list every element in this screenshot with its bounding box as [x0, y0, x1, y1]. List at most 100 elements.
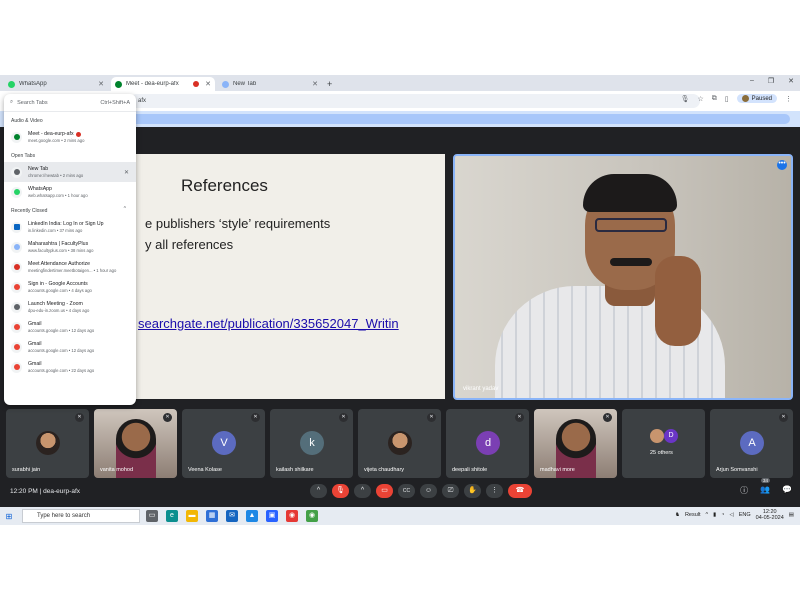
new-tab-button[interactable]: + [327, 77, 332, 91]
tab-search-input[interactable]: Search Tabs [17, 100, 100, 106]
profile-button[interactable]: Paused [736, 94, 777, 103]
section-title-text: Recently Closed [11, 208, 48, 214]
people-icon[interactable]: 👥 [760, 485, 770, 496]
speaker-tile[interactable]: ••• vikrant yadav [453, 154, 793, 400]
avatar [650, 429, 664, 443]
mail-icon[interactable]: ✉ [226, 510, 238, 522]
participant-tile[interactable]: ✕ vanita mohod [94, 409, 177, 478]
tab-meet[interactable]: Meet - dea-eurp-afx ✕ [111, 77, 215, 91]
task-view-icon[interactable]: ▭ [146, 510, 158, 522]
search-icon: ⌕ [10, 99, 14, 105]
others-tile[interactable]: D 25 others [622, 409, 705, 478]
tab-search-item[interactable]: Sign in - Google Accounts accounts.googl… [4, 277, 136, 297]
item-subtitle: accounts.google.com • 22 days ago [28, 368, 95, 373]
tab-label: Meet - dea-eurp-afx [126, 81, 179, 87]
minimize-button[interactable]: – [750, 77, 754, 85]
tab-search-item[interactable]: Meet - dea-eurp-afx meet.google.com • 2 … [4, 127, 136, 147]
windows-start-icon[interactable]: ⊞ [0, 512, 18, 521]
tab-search-item[interactable]: Gmail accounts.google.com • 22 days ago [4, 357, 136, 377]
battery-icon: ▮ [713, 512, 717, 518]
store-icon[interactable]: ▦ [206, 510, 218, 522]
close-icon[interactable]: ✕ [98, 80, 104, 88]
tab-search-item[interactable]: New Tab chrome://newtab • 2 mins ago ✕ [4, 162, 136, 182]
system-tray: ♞ Result ^ ▮ ◔ ◁ ENG 12:20 04-05-2024 ▤ [675, 509, 794, 521]
more-options-icon[interactable]: ••• [777, 160, 787, 170]
close-window-button[interactable]: ✕ [788, 77, 794, 85]
app-icon[interactable]: ▲ [246, 510, 258, 522]
chrome-active-icon[interactable]: ◉ [306, 510, 318, 522]
tab-search-item[interactable]: WhatsApp web.whatsapp.com • 1 hour ago [4, 182, 136, 202]
close-icon[interactable]: ✕ [205, 80, 211, 88]
whatsapp-icon [11, 186, 22, 198]
chrome-icon[interactable]: ◉ [286, 510, 298, 522]
photos-icon[interactable]: ▣ [266, 510, 278, 522]
google-icon [11, 341, 22, 353]
participant-tile[interactable]: ✕ d deepali shitole [446, 409, 529, 478]
section-title: Recently Closed ^ [4, 202, 136, 217]
notification-icon[interactable]: ▤ [789, 512, 794, 518]
raise-hand-button[interactable]: ✋ [464, 484, 481, 498]
edge-icon[interactable]: e [166, 510, 178, 522]
recording-icon [75, 131, 81, 137]
shortcut-label: Ctrl+Shift+A [100, 99, 130, 106]
info-icon[interactable]: ⓘ [740, 485, 748, 496]
tab-new-tab[interactable]: New Tab ✕ [218, 77, 322, 91]
item-subtitle: chrome://newtab • 2 mins ago [28, 173, 84, 178]
speaker-name: vikrant yadav [463, 386, 499, 392]
section-title: Open Tabs [11, 153, 36, 159]
file-explorer-icon[interactable]: ▬ [186, 510, 198, 522]
chess-icon[interactable]: ♞ [675, 512, 680, 518]
clock[interactable]: 12:20 04-05-2024 [756, 509, 784, 521]
close-icon[interactable]: ✕ [312, 80, 318, 88]
avatar: A [740, 431, 764, 455]
mic-button[interactable]: 🎙 [332, 484, 349, 498]
participant-tile[interactable]: ✕ A Arjun Somvanshi [710, 409, 793, 478]
tab-search-item[interactable]: Gmail accounts.google.com • 12 days ago [4, 317, 136, 337]
wifi-icon[interactable]: ◔ [721, 512, 724, 518]
extensions-icon[interactable]: ⧉ [712, 95, 717, 103]
camera-options-button[interactable]: ^ [354, 484, 371, 498]
tab-search-item[interactable]: Maharashtra | FacultyPlus www.facultyplu… [4, 237, 136, 257]
slide-link[interactable]: searchgate.net/publication/335652047_Wri… [138, 316, 399, 331]
participant-tile[interactable]: ✕ surabhi jain [6, 409, 89, 478]
taskbar-search-input[interactable]: Type here to search [22, 509, 140, 523]
emoji-button[interactable]: ☺ [420, 484, 437, 498]
bookmark-star-icon[interactable]: ☆ [698, 95, 704, 103]
profile-label: Paused [751, 95, 772, 102]
tab-whatsapp[interactable]: WhatsApp ✕ [4, 77, 108, 91]
side-panel-icon[interactable]: ▯ [725, 95, 729, 103]
result-label[interactable]: Result [685, 512, 701, 518]
mic-indicator-icon[interactable]: 🎙 [681, 95, 690, 103]
taskbar-apps: ▭ e ▬ ▦ ✉ ▲ ▣ ◉ ◉ [146, 510, 318, 522]
more-options-button[interactable]: ⋮ [486, 484, 503, 498]
camera-button[interactable]: ▭ [376, 484, 393, 498]
address-bar[interactable]: afx [130, 94, 700, 108]
tab-search-item[interactable]: Meet Attendance Authorize meetingfindert… [4, 257, 136, 277]
participant-tile[interactable]: ✕ vijeta chaudhary [358, 409, 441, 478]
item-subtitle: accounts.google.com • 12 days ago [28, 328, 95, 333]
leave-call-button[interactable]: ☎ [508, 484, 532, 498]
close-icon[interactable]: ✕ [124, 169, 129, 176]
present-button[interactable]: ⎚ [442, 484, 459, 498]
participant-tile[interactable]: ✕ V Veena Kolase [182, 409, 265, 478]
menu-kebab-icon[interactable]: ⋮ [785, 95, 792, 103]
tab-search-item[interactable]: Gmail accounts.google.com • 12 days ago [4, 337, 136, 357]
mic-muted-icon: ✕ [603, 413, 612, 422]
tab-search-item[interactable]: Launch Meeting - Zoom dpu-edu-in.zoom.us… [4, 297, 136, 317]
meeting-time: 12:20 PM [10, 488, 38, 495]
mic-options-button[interactable]: ^ [310, 484, 327, 498]
section-title: Audio & Video [11, 118, 43, 124]
participant-tile[interactable]: ✕ madhavi more [534, 409, 617, 478]
restore-button[interactable]: ❐ [768, 77, 774, 85]
tab-search-item[interactable]: LinkedIn India: Log In or Sign Up in.lin… [4, 217, 136, 237]
chevron-up-icon[interactable]: ^ [706, 512, 709, 518]
tab-search-bar[interactable]: ⌕ Search Tabs Ctrl+Shift+A [4, 94, 136, 112]
participant-tile[interactable]: ✕ k kailash shilkare [270, 409, 353, 478]
chevron-up-icon[interactable]: ^ [124, 206, 126, 212]
item-subtitle: meet.google.com • 2 mins ago [28, 138, 85, 143]
google-icon [11, 281, 22, 293]
volume-icon[interactable]: ◁ [730, 512, 734, 518]
captions-button[interactable]: CC [398, 484, 415, 498]
chat-icon[interactable]: 💬 [782, 485, 792, 496]
language-label[interactable]: ENG [739, 512, 751, 518]
